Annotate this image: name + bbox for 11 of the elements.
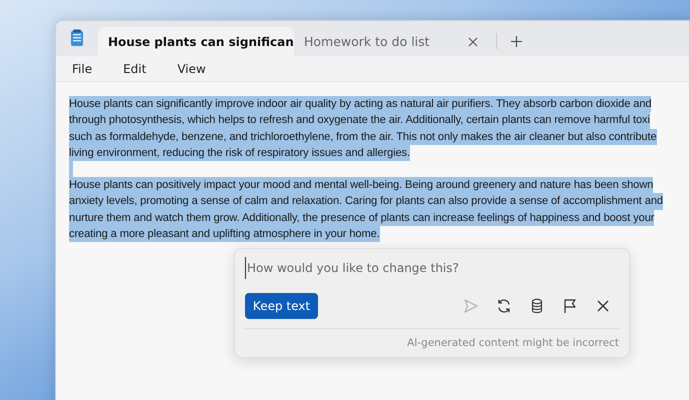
menu-item[interactable]: View — [167, 58, 216, 78]
close-icon[interactable] — [468, 36, 478, 46]
prompt-field[interactable]: How would you like to change this? — [245, 257, 607, 279]
tab[interactable]: House plants can significan — [98, 27, 294, 56]
tab[interactable]: Homework to do list — [294, 27, 490, 56]
add-tab-icon[interactable] — [511, 36, 522, 47]
keep-text-button[interactable]: Keep text — [245, 293, 318, 319]
notepad-icon — [70, 29, 84, 47]
menu-item[interactable]: File — [62, 58, 102, 78]
menu-item[interactable]: Edit — [113, 58, 156, 78]
disclaimer-text: AI-generated content might be incorrect — [407, 337, 619, 349]
